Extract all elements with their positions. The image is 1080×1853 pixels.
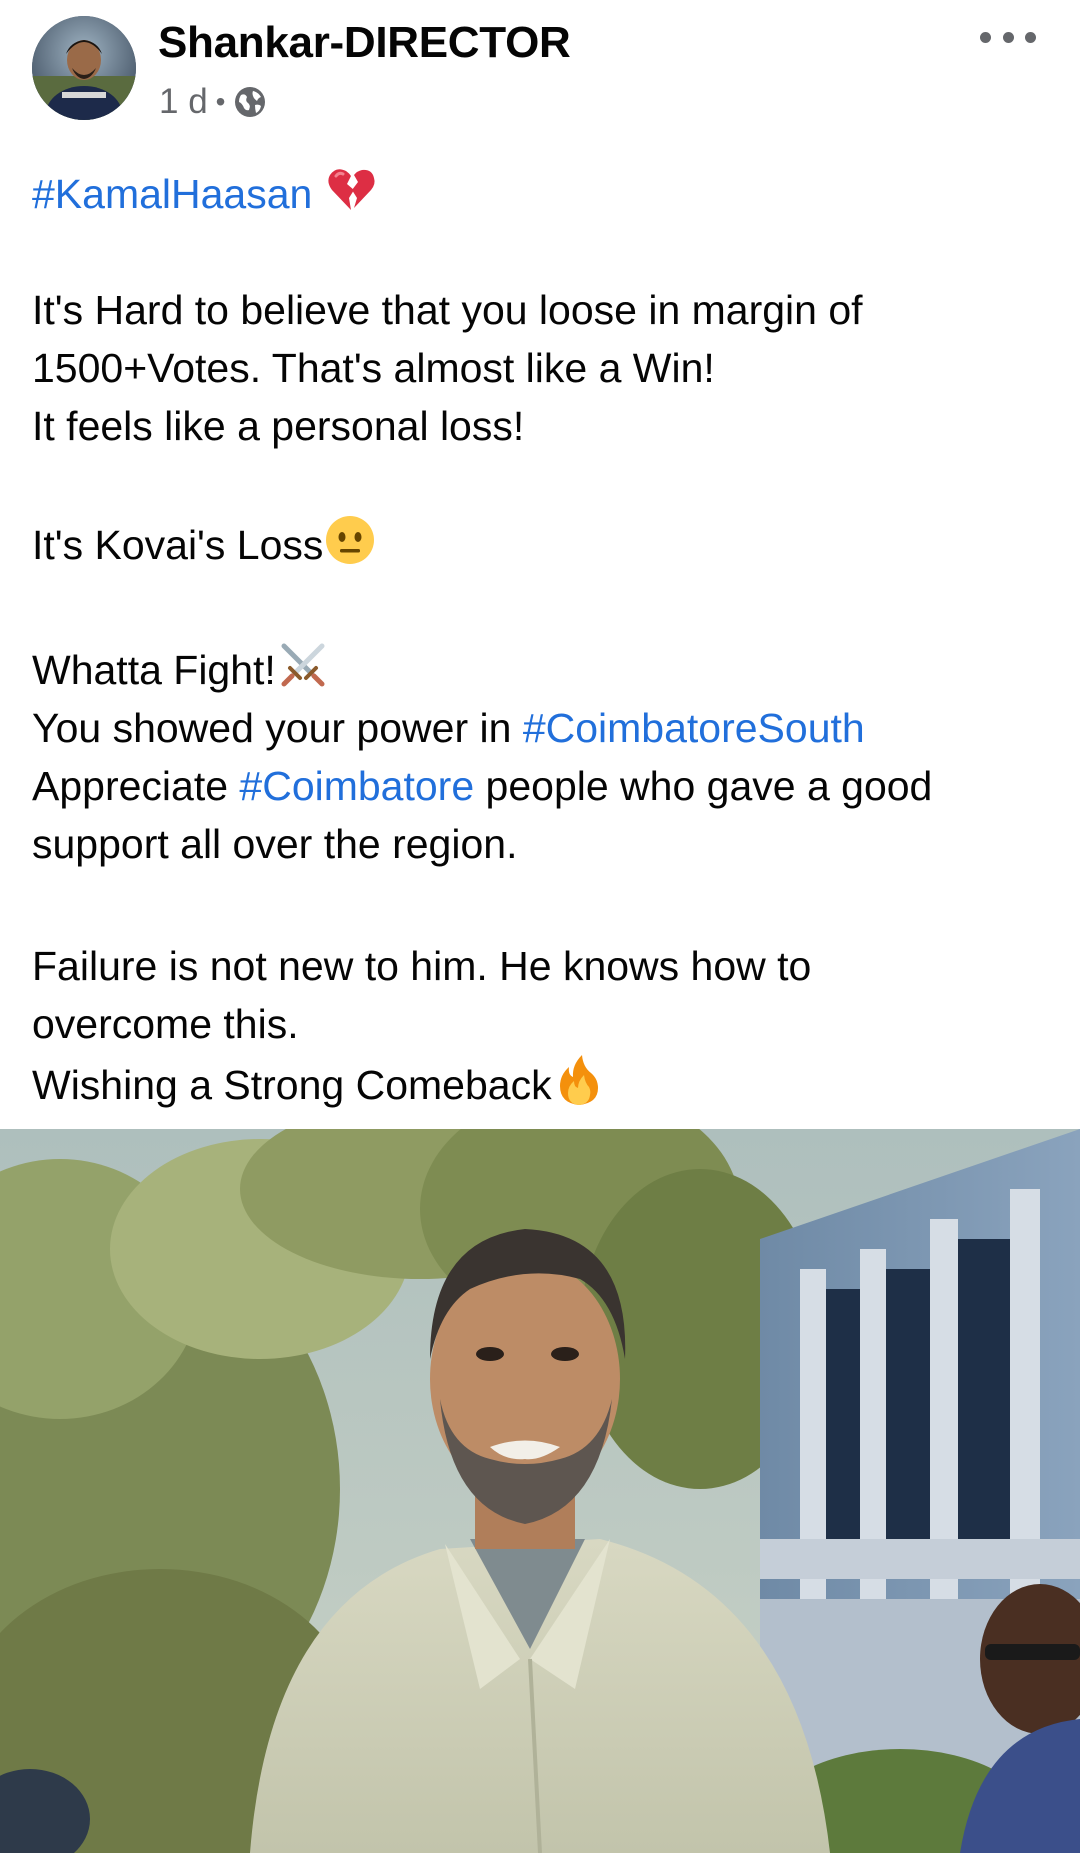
hashtag-line: #KamalHaasan bbox=[32, 162, 1052, 223]
post-timestamp[interactable]: 1 d bbox=[159, 82, 208, 122]
text-line: It's Hard to believe that you loose in m… bbox=[32, 287, 863, 333]
author-avatar[interactable] bbox=[32, 16, 136, 120]
text-segment: people who gave a good bbox=[474, 763, 933, 809]
post-meta: 1 d • bbox=[159, 80, 267, 124]
photo-illustration bbox=[0, 1129, 1080, 1853]
text-segment: It's Kovai's Loss bbox=[32, 522, 324, 568]
text-segment: Wishing a Strong Comeback bbox=[32, 1062, 552, 1108]
text-line: Appreciate #Coimbatore people who gave a… bbox=[32, 757, 1052, 815]
broken-heart-emoji bbox=[324, 162, 378, 216]
post-header: Shankar-DIRECTOR 1 d • bbox=[0, 0, 1080, 140]
text-line-with-emoji: It's Kovai's Loss bbox=[32, 513, 1052, 574]
text-segment: Whatta Fight! bbox=[32, 647, 276, 693]
more-options-button[interactable] bbox=[980, 22, 1036, 52]
text-line-with-emoji: Whatta Fight! bbox=[32, 638, 1052, 699]
more-options-icon bbox=[980, 31, 991, 43]
hashtag-coimbatoresouth[interactable]: #CoimbatoreSouth bbox=[523, 705, 865, 751]
text-line: 1500+Votes. That's almost like a Win! bbox=[32, 345, 715, 391]
fire-emoji bbox=[552, 1053, 606, 1107]
avatar-image bbox=[32, 16, 136, 120]
text-segment: Appreciate bbox=[32, 763, 240, 809]
globe-icon[interactable] bbox=[233, 85, 267, 119]
crossed-swords-emoji bbox=[276, 638, 330, 692]
hashtag-coimbatore[interactable]: #Coimbatore bbox=[239, 763, 474, 809]
neutral-face-emoji bbox=[323, 513, 377, 567]
text-line: support all over the region. bbox=[32, 821, 518, 867]
text-line: Failure is not new to him. He knows how … bbox=[32, 943, 812, 989]
meta-separator: • bbox=[215, 86, 226, 117]
text-line: overcome this. bbox=[32, 1001, 299, 1047]
facebook-post: Shankar-DIRECTOR 1 d • #KamalHaasan It's… bbox=[0, 0, 1080, 1853]
author-name[interactable]: Shankar-DIRECTOR bbox=[158, 18, 571, 68]
text-segment: You showed your power in bbox=[32, 705, 523, 751]
text-line: You showed your power in #CoimbatoreSout… bbox=[32, 699, 1052, 757]
text-line: It feels like a personal loss! bbox=[32, 403, 525, 449]
more-dot bbox=[1025, 31, 1036, 43]
more-dot bbox=[1002, 31, 1014, 43]
post-photo[interactable] bbox=[0, 1129, 1080, 1853]
post-text: #KamalHaasan It's Hard to believe that y… bbox=[32, 162, 1052, 1114]
text-line-with-emoji: Wishing a Strong Comeback bbox=[32, 1053, 1052, 1114]
hashtag-kamalhaasan[interactable]: #KamalHaasan bbox=[32, 171, 312, 217]
